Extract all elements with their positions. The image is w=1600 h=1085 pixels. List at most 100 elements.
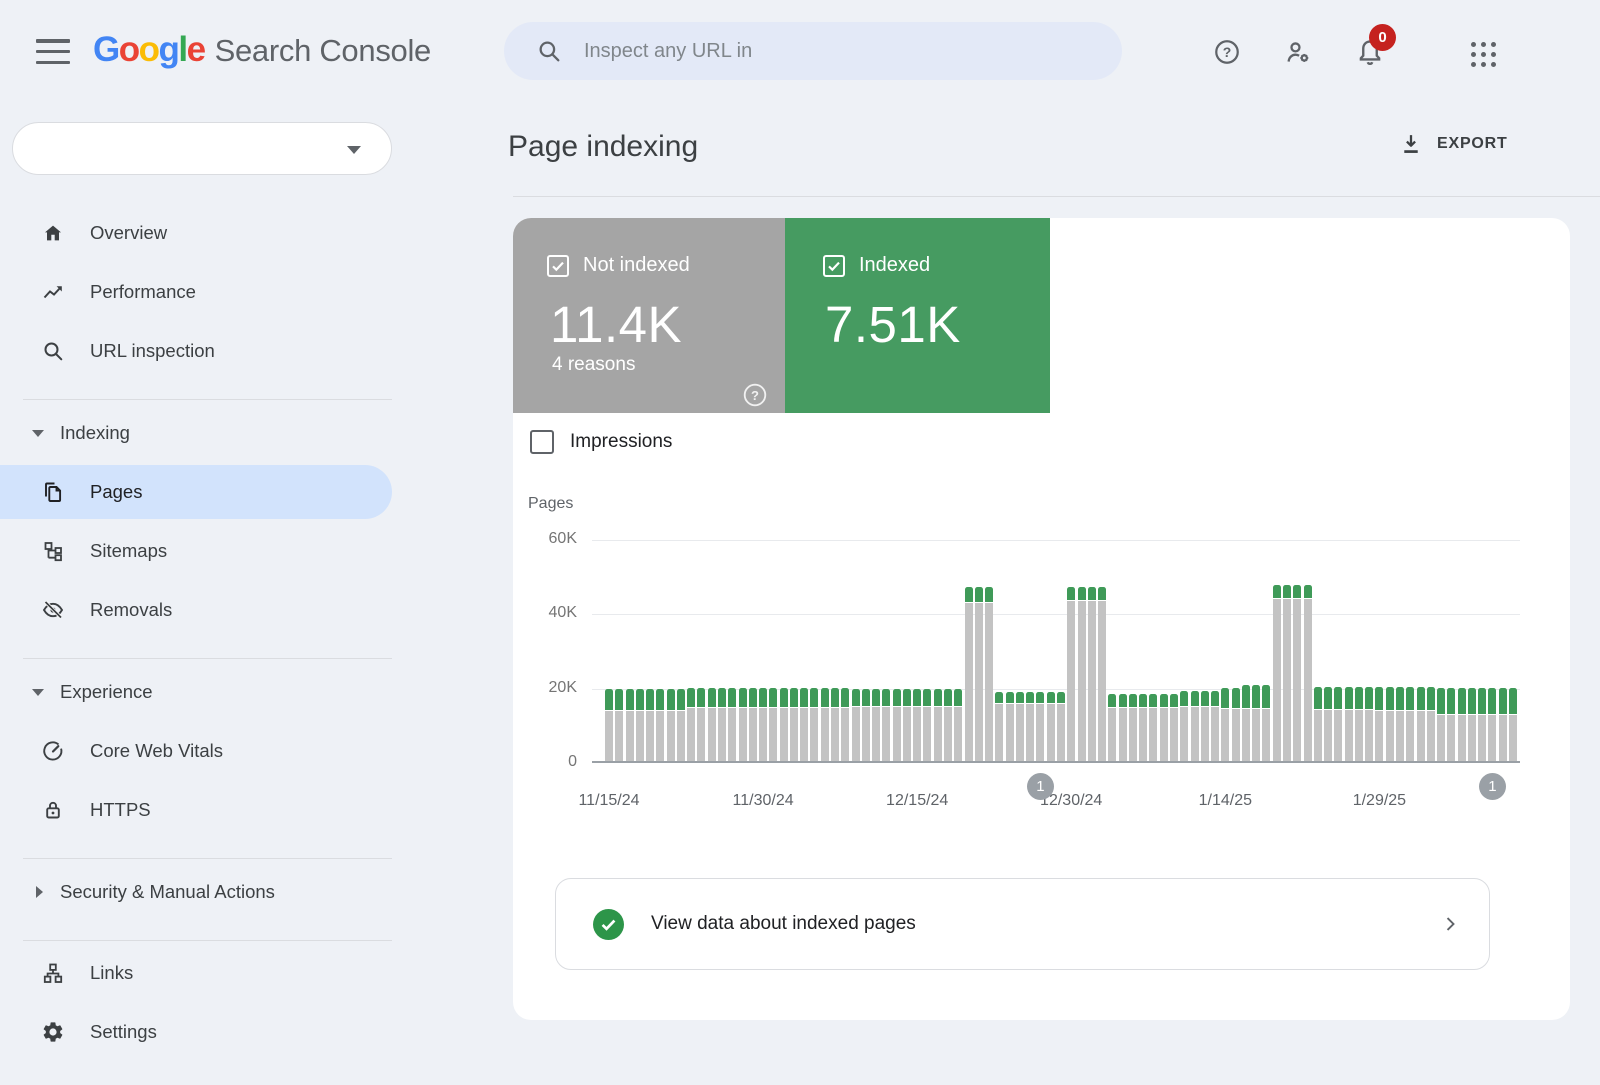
bar-indexed[interactable] — [1468, 688, 1476, 714]
not-indexed-checkbox[interactable] — [547, 255, 569, 277]
bar-indexed[interactable] — [800, 688, 808, 707]
bar-indexed[interactable] — [1201, 691, 1209, 706]
bar-not-indexed[interactable] — [780, 708, 788, 761]
sidebar-item-url-inspection[interactable]: URL inspection — [0, 324, 392, 378]
bar-indexed[interactable] — [1488, 688, 1496, 714]
bar-indexed[interactable] — [923, 689, 931, 706]
impressions-toggle[interactable]: Impressions — [530, 430, 672, 454]
bar-indexed[interactable] — [718, 688, 726, 707]
chart-annotation-marker[interactable]: 1 — [1027, 773, 1054, 800]
bar-indexed[interactable] — [1314, 687, 1322, 709]
bar-indexed[interactable] — [656, 689, 664, 710]
bar-indexed[interactable] — [1211, 691, 1219, 706]
bar-not-indexed[interactable] — [1006, 704, 1014, 761]
bar-indexed[interactable] — [697, 688, 705, 707]
bar-not-indexed[interactable] — [944, 707, 952, 761]
property-selector[interactable] — [12, 122, 392, 175]
bar-not-indexed[interactable] — [831, 708, 839, 761]
bar-indexed[interactable] — [1067, 587, 1075, 600]
bar-not-indexed[interactable] — [1283, 599, 1291, 761]
bar-indexed[interactable] — [1036, 692, 1044, 703]
bar-not-indexed[interactable] — [1252, 709, 1260, 761]
bar-indexed[interactable] — [1047, 692, 1055, 703]
bar-indexed[interactable] — [1355, 687, 1363, 709]
sidebar-item-sitemaps[interactable]: Sitemaps — [0, 524, 392, 578]
bar-not-indexed[interactable] — [1036, 704, 1044, 761]
bar-not-indexed[interactable] — [728, 708, 736, 761]
bar-not-indexed[interactable] — [872, 707, 880, 761]
help-icon[interactable]: ? — [1287, 382, 1313, 408]
bar-not-indexed[interactable] — [1447, 715, 1455, 761]
bar-not-indexed[interactable] — [615, 711, 623, 761]
bar-not-indexed[interactable] — [1016, 704, 1024, 761]
bar-indexed[interactable] — [1149, 694, 1157, 707]
bar-not-indexed[interactable] — [1047, 704, 1055, 761]
bar-indexed[interactable] — [985, 587, 993, 602]
bar-not-indexed[interactable] — [965, 603, 973, 761]
bar-indexed[interactable] — [1252, 685, 1260, 708]
bar-indexed[interactable] — [1499, 688, 1507, 714]
bar-indexed[interactable] — [1057, 692, 1065, 703]
bar-indexed[interactable] — [954, 689, 962, 706]
bar-indexed[interactable] — [605, 689, 613, 710]
bar-not-indexed[interactable] — [893, 707, 901, 761]
help-icon[interactable]: ? — [742, 382, 768, 408]
bar-indexed[interactable] — [944, 689, 952, 706]
url-inspect-searchbar[interactable] — [504, 22, 1122, 80]
bar-not-indexed[interactable] — [626, 711, 634, 761]
bar-indexed[interactable] — [1293, 585, 1301, 598]
bar-not-indexed[interactable] — [1509, 715, 1517, 761]
bar-not-indexed[interactable] — [1458, 715, 1466, 761]
bar-indexed[interactable] — [1119, 694, 1127, 707]
bar-indexed[interactable] — [1283, 585, 1291, 598]
sidebar-item-settings[interactable]: Settings — [0, 1005, 392, 1059]
bar-indexed[interactable] — [708, 688, 716, 707]
bar-indexed[interactable] — [882, 689, 890, 706]
bar-not-indexed[interactable] — [1375, 711, 1383, 761]
bar-indexed[interactable] — [780, 688, 788, 707]
bar-not-indexed[interactable] — [1078, 601, 1086, 761]
sidebar-section-indexing[interactable]: Indexing — [0, 406, 392, 460]
bar-indexed[interactable] — [1396, 687, 1404, 710]
user-settings-icon[interactable] — [1283, 37, 1313, 67]
bar-indexed[interactable] — [1406, 687, 1414, 710]
bar-not-indexed[interactable] — [862, 707, 870, 761]
bar-not-indexed[interactable] — [1057, 704, 1065, 761]
bar-not-indexed[interactable] — [1293, 599, 1301, 761]
bar-indexed[interactable] — [1139, 694, 1147, 707]
bar-not-indexed[interactable] — [1242, 709, 1250, 761]
bar-not-indexed[interactable] — [605, 711, 613, 761]
bar-indexed[interactable] — [626, 689, 634, 710]
bar-indexed[interactable] — [1334, 687, 1342, 709]
bar-not-indexed[interactable] — [841, 708, 849, 761]
bar-not-indexed[interactable] — [1160, 708, 1168, 761]
bar-not-indexed[interactable] — [739, 708, 747, 761]
bar-not-indexed[interactable] — [1386, 711, 1394, 761]
bar-indexed[interactable] — [1375, 687, 1383, 710]
bar-not-indexed[interactable] — [759, 708, 767, 761]
bar-not-indexed[interactable] — [1345, 710, 1353, 761]
view-data-row[interactable]: View data about indexed pages — [555, 878, 1490, 970]
bar-indexed[interactable] — [790, 688, 798, 707]
bar-indexed[interactable] — [1170, 694, 1178, 707]
bar-indexed[interactable] — [975, 587, 983, 602]
bar-indexed[interactable] — [1108, 694, 1116, 707]
bar-not-indexed[interactable] — [790, 708, 798, 761]
bar-not-indexed[interactable] — [1304, 599, 1312, 761]
bar-not-indexed[interactable] — [1334, 710, 1342, 761]
bar-not-indexed[interactable] — [1499, 715, 1507, 761]
bar-not-indexed[interactable] — [1478, 715, 1486, 761]
bar-not-indexed[interactable] — [697, 708, 705, 761]
bar-indexed[interactable] — [1262, 685, 1270, 708]
bar-indexed[interactable] — [1160, 694, 1168, 707]
bar-indexed[interactable] — [965, 587, 973, 602]
bar-not-indexed[interactable] — [1026, 704, 1034, 761]
sidebar-section-security-manual-actions[interactable]: Security & Manual Actions — [0, 865, 392, 919]
bar-not-indexed[interactable] — [1396, 711, 1404, 761]
bar-indexed[interactable] — [934, 689, 942, 706]
help-icon[interactable]: ? — [1212, 37, 1242, 67]
sidebar-item-core-web-vitals[interactable]: Core Web Vitals — [0, 724, 392, 778]
bar-indexed[interactable] — [810, 688, 818, 707]
bar-indexed[interactable] — [646, 689, 654, 710]
bar-not-indexed[interactable] — [1314, 710, 1322, 761]
